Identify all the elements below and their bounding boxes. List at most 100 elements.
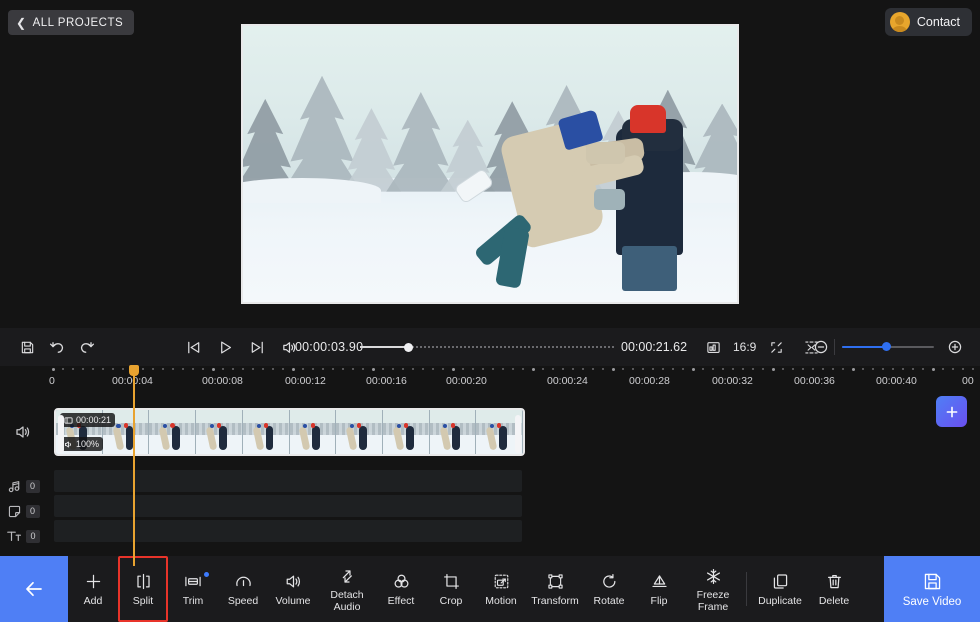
volume-icon [16, 426, 30, 438]
tool-label: Split [132, 594, 154, 607]
progress-fill [360, 346, 409, 348]
video-track-mute-button[interactable] [0, 408, 46, 456]
tool-label: Delete [818, 594, 850, 607]
crop-icon [442, 571, 461, 593]
fullscreen-icon[interactable] [763, 334, 789, 360]
add-media-button[interactable] [936, 396, 967, 427]
playhead[interactable] [129, 365, 139, 566]
arrow-left-icon [26, 581, 42, 597]
ruler-label: 00:00:08 [202, 375, 243, 387]
zoom-slider[interactable] [842, 341, 934, 353]
lane-audio[interactable] [54, 470, 522, 492]
tool-label: Add [83, 594, 103, 607]
tool-label: Speed [227, 594, 259, 607]
tool-label: Freeze Frame [696, 589, 730, 613]
transform-icon [546, 571, 565, 593]
tool-label: Transform [531, 594, 579, 607]
skip-next-icon[interactable] [244, 334, 270, 360]
freeze-frame-icon [704, 565, 723, 587]
tool-volume[interactable]: Volume [268, 556, 318, 622]
overlay-track-count: 0 [25, 504, 40, 518]
zoom-in-icon[interactable] [942, 334, 968, 360]
tool-transform[interactable]: Transform [526, 556, 584, 622]
volume-small-icon [64, 441, 71, 447]
tool-freeze-frame[interactable]: Freeze Frame [684, 556, 742, 622]
track-headers: 0 0 0 [0, 390, 46, 556]
duplicate-icon [771, 571, 790, 593]
ruler-label: 00:00:20 [446, 375, 487, 387]
tool-rotate[interactable]: Rotate [584, 556, 634, 622]
current-time: 00:00:03.90 [295, 340, 364, 354]
tool-label: Rotate [593, 594, 625, 607]
tool-label: Motion [485, 594, 517, 607]
save-icon[interactable] [14, 334, 40, 360]
redo-icon[interactable] [74, 334, 100, 360]
tool-delete[interactable]: Delete [809, 556, 859, 622]
tool-duplicate[interactable]: Duplicate [751, 556, 809, 622]
ruler-label: 00:00:40 [876, 375, 917, 387]
lane-text[interactable] [54, 520, 522, 542]
tool-label: Detach Audio [330, 589, 364, 613]
tool-flip[interactable]: Flip [634, 556, 684, 622]
tool-speed[interactable]: Speed [218, 556, 268, 622]
play-icon[interactable] [212, 334, 238, 360]
detach-audio-icon [338, 565, 357, 587]
rotate-icon [600, 571, 619, 593]
tool-label: Volume [275, 594, 311, 607]
effect-icon [392, 571, 411, 593]
motion-icon [492, 571, 511, 593]
progress-knob[interactable] [404, 342, 414, 352]
ruler-label: 00:00:12 [285, 375, 326, 387]
aspect-ratio-icon[interactable] [700, 334, 726, 360]
sidebar-item-text-track[interactable]: 0 [0, 523, 46, 549]
clip-thumbnails [56, 410, 523, 454]
zoom-out-icon[interactable] [808, 334, 834, 360]
lane-overlay[interactable] [54, 495, 522, 517]
tool-label: Duplicate [758, 594, 802, 607]
bottom-toolbar: Add Split Trim Speed Volume Detach Audio… [0, 556, 980, 622]
plus-icon [84, 571, 103, 593]
tool-detach-audio[interactable]: Detach Audio [318, 556, 376, 622]
tool-trim[interactable]: Trim [168, 556, 218, 622]
ruler-label: 00:00:16 [366, 375, 407, 387]
zoom-fill [842, 346, 887, 348]
video-clip[interactable]: 00:00:21 100% [54, 408, 525, 456]
sidebar-item-audio-track[interactable]: 0 [0, 473, 46, 499]
clip-trim-handle-left[interactable] [58, 415, 64, 453]
ruler-label: 00:00:28 [629, 375, 670, 387]
clip-volume-badge[interactable]: 100% [60, 437, 104, 451]
playback-control-bar: 00:00:03.90 00:00:21.62 16:9 [0, 328, 980, 366]
clip-trim-handle-right[interactable] [515, 415, 521, 453]
clip-icon [64, 416, 73, 424]
aspect-ratio-value[interactable]: 16:9 [733, 340, 756, 354]
volume-icon [284, 571, 303, 593]
split-icon [134, 571, 153, 593]
ruler-label: 0 [49, 375, 55, 387]
undo-icon[interactable] [44, 334, 70, 360]
skip-previous-icon[interactable] [180, 334, 206, 360]
zoom-knob[interactable] [882, 342, 892, 351]
timeline[interactable]: 0 00:00:04 00:00:08 00:00:12 00:00:16 00… [0, 366, 980, 556]
clip-volume-text: 100% [76, 439, 100, 449]
tool-crop[interactable]: Crop [426, 556, 476, 622]
back-button[interactable] [0, 556, 68, 622]
sidebar-item-overlay-track[interactable]: 0 [0, 498, 46, 524]
timeline-lanes[interactable]: 00:00:21 100% [46, 390, 980, 556]
toolbar-divider [746, 572, 747, 606]
ruler-label: 00:00:32 [712, 375, 753, 387]
timeline-ruler[interactable]: 0 00:00:04 00:00:08 00:00:12 00:00:16 00… [0, 366, 980, 390]
tool-motion[interactable]: Motion [476, 556, 526, 622]
text-track-count: 0 [26, 529, 40, 543]
playhead-handle[interactable] [129, 365, 139, 376]
playback-progress-slider[interactable] [360, 342, 614, 352]
tool-split[interactable]: Split [118, 556, 168, 622]
preview-area [0, 22, 980, 322]
tool-effect[interactable]: Effect [376, 556, 426, 622]
save-video-button[interactable]: Save Video [884, 556, 980, 622]
ruler-label: 00:00:24 [547, 375, 588, 387]
total-time: 00:00:21.62 [621, 340, 688, 354]
trim-new-badge [204, 572, 209, 577]
trash-icon [825, 571, 844, 593]
tool-add[interactable]: Add [68, 556, 118, 622]
video-preview[interactable] [241, 24, 739, 304]
